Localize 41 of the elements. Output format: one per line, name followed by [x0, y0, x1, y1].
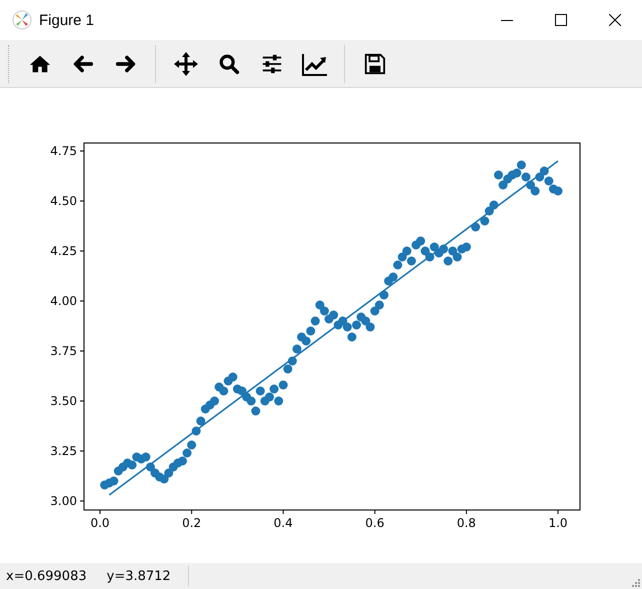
tick-mark [374, 510, 376, 514]
cursor-x-reading: x=0.699083 [6, 568, 87, 584]
tick-mark [80, 150, 84, 152]
tick-mark [80, 250, 84, 252]
x-tick-label: 0.2 [182, 516, 202, 530]
sliders-icon [260, 52, 282, 74]
y-tick-label: 3.00 [50, 494, 77, 508]
x-tick-label: 1.0 [548, 516, 568, 530]
x-tick-label: 0.8 [456, 516, 476, 530]
tick-mark [558, 510, 559, 514]
app-icon [12, 10, 32, 30]
maximize-icon [555, 14, 567, 26]
tick-mark [80, 400, 84, 402]
tick-mark [80, 500, 84, 502]
y-tick-label: 4.50 [50, 194, 77, 208]
tick-mark [191, 510, 192, 514]
search-icon [218, 52, 240, 74]
y-tick-label: 4.75 [50, 144, 77, 158]
y-tick-label: 3.25 [50, 444, 77, 458]
tick-mark [80, 350, 84, 352]
left-arrow-icon [72, 52, 94, 74]
tick-mark [466, 510, 467, 514]
line-chart-icon [302, 52, 328, 76]
resize-grip-icon [632, 579, 640, 587]
cursor-y-reading: y=3.8712 [106, 568, 171, 584]
y-tick-label: 4.25 [50, 244, 77, 258]
tick-mark [80, 450, 84, 452]
tick-mark [282, 510, 284, 514]
y-tick-label: 3.50 [50, 394, 77, 408]
close-icon [609, 14, 621, 26]
tick-mark [100, 510, 101, 514]
tick-mark [80, 200, 84, 202]
right-arrow-icon [114, 52, 136, 74]
x-tick-label: 0.6 [365, 516, 384, 530]
y-tick-label: 4.00 [50, 294, 77, 308]
x-tick-label: 0.0 [90, 516, 110, 530]
window-title: Figure 1 [39, 12, 94, 28]
y-tick-label: 3.75 [50, 344, 77, 358]
four-way-arrow-icon [174, 52, 198, 76]
tick-mark [80, 300, 84, 302]
x-tick-label: 0.4 [274, 516, 293, 530]
